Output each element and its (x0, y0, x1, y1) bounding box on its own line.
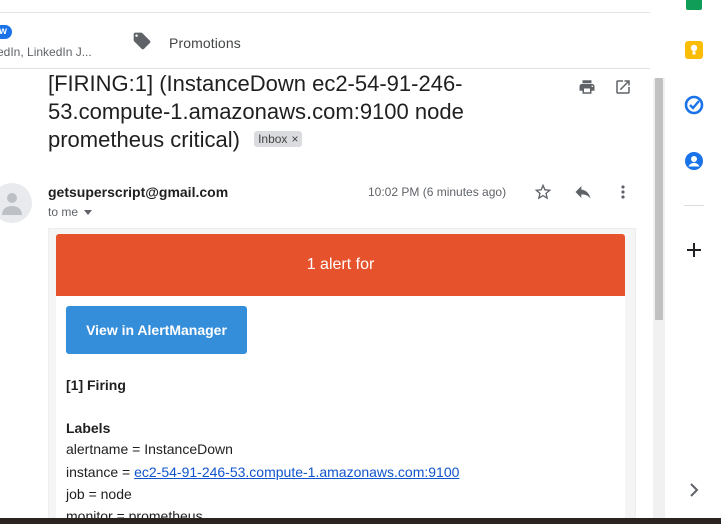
tag-icon (132, 31, 152, 56)
more-vert-icon[interactable] (612, 181, 634, 203)
email-timestamp: 10:02 PM (6 minutes ago) (368, 185, 507, 199)
inbox-label-chip[interactable]: Inbox × (254, 131, 303, 148)
label-instance: instance = ec2-54-91-246-53.compute-1.am… (66, 464, 459, 480)
instance-link[interactable]: ec2-54-91-246-53.compute-1.amazonaws.com… (134, 464, 459, 480)
alert-card: 1 alert for View in AlertManager [1] Fir… (56, 234, 625, 524)
social-tab-preview[interactable]: edIn, LinkedIn J... (0, 45, 92, 59)
inbox-label-text: Inbox (258, 132, 288, 147)
tab-promotions-label: Promotions (169, 35, 241, 51)
tab-promotions[interactable]: Promotions (132, 31, 241, 55)
message-actions (532, 181, 634, 203)
chevron-down-icon[interactable] (84, 209, 93, 215)
scrollbar-thumb[interactable] (655, 78, 663, 320)
firing-heading: [1] Firing (66, 377, 126, 393)
open-in-new-window-icon[interactable] (612, 76, 634, 98)
recipient-details[interactable]: to me (48, 205, 93, 219)
print-icon[interactable] (576, 76, 598, 98)
label-job: job = node (66, 486, 132, 502)
sender-email[interactable]: getsuperscript@gmail.com (48, 184, 228, 200)
plus-icon[interactable] (684, 240, 704, 260)
inbox-tabs: w edIn, LinkedIn J... Promotions (0, 13, 650, 69)
recipient-text: to me (48, 205, 79, 219)
view-in-alertmanager-button[interactable]: View in AlertManager (66, 306, 247, 354)
star-icon[interactable] (532, 181, 554, 203)
sender-avatar[interactable] (0, 183, 32, 223)
contacts-icon[interactable] (684, 151, 704, 171)
label-instance-key: instance = (66, 464, 135, 480)
chevron-right-icon[interactable] (684, 480, 704, 500)
social-tab-badge[interactable]: w (0, 25, 12, 39)
labels-heading: Labels (66, 420, 111, 436)
person-icon (2, 193, 22, 215)
reply-icon[interactable] (572, 181, 594, 203)
gmail-email-view: w edIn, LinkedIn J... Promotions [FIRING… (0, 0, 721, 524)
side-panel (666, 0, 721, 524)
remove-label-button[interactable]: × (291, 132, 298, 146)
alert-banner: 1 alert for (56, 234, 625, 296)
subject-actions (576, 76, 634, 98)
sheets-icon[interactable] (684, 0, 704, 12)
side-panel-divider (684, 205, 704, 206)
label-alertname: alertname = InstanceDown (66, 441, 233, 457)
taskbar-strip (0, 518, 721, 524)
email-subject: [FIRING:1] (InstanceDown ec2-54-91-246-5… (48, 70, 488, 154)
keep-icon[interactable] (684, 40, 704, 60)
tasks-icon[interactable] (684, 95, 704, 115)
